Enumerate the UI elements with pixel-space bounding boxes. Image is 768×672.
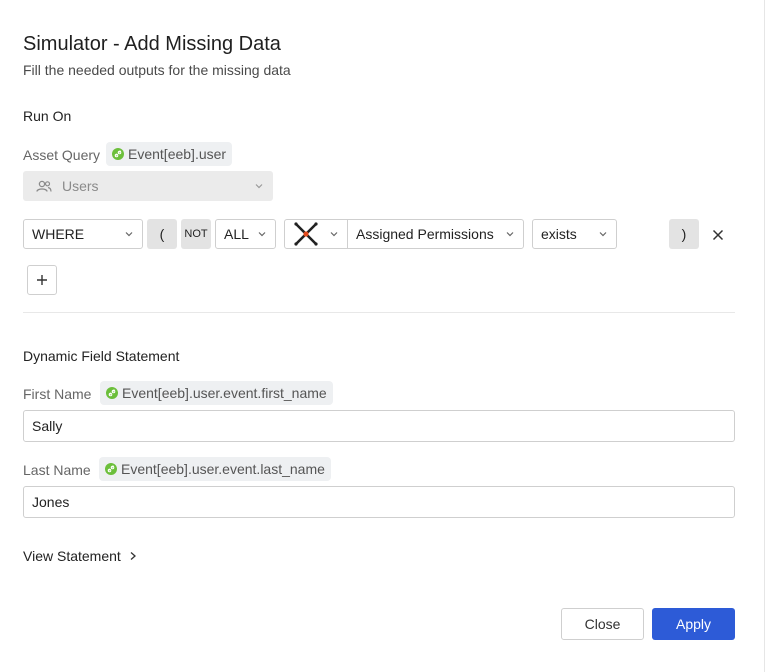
dynamic-field-heading: Dynamic Field Statement <box>23 348 180 364</box>
chevron-down-icon <box>254 181 264 191</box>
close-paren-toggle[interactable]: ) <box>669 219 699 249</box>
chevron-down-icon <box>257 229 267 239</box>
link-icon <box>106 387 118 399</box>
quantifier-value: ALL <box>224 226 249 242</box>
open-paren-toggle[interactable]: ( <box>147 219 177 249</box>
last-name-input[interactable]: Jones <box>23 486 735 518</box>
asset-query-label: Asset Query <box>23 147 101 163</box>
last-name-tag[interactable]: Event[eeb].user.event.last_name <box>99 457 331 481</box>
entity-type-select[interactable] <box>284 219 348 249</box>
first-name-label: First Name <box>23 386 92 402</box>
first-name-tag-label: Event[eeb].user.event.first_name <box>122 385 327 401</box>
view-statement-label: View Statement <box>23 548 121 564</box>
section-divider <box>23 312 735 313</box>
not-toggle[interactable]: NOT <box>181 219 211 249</box>
remove-condition-icon[interactable] <box>712 228 724 241</box>
first-name-input[interactable]: Sally <box>23 410 735 442</box>
chevron-down-icon <box>329 229 339 239</box>
asset-query-tag[interactable]: Event[eeb].user <box>106 142 233 166</box>
operator-select[interactable]: exists <box>532 219 617 249</box>
operator-value: exists <box>541 226 577 242</box>
first-name-tag[interactable]: Event[eeb].user.event.first_name <box>100 381 333 405</box>
where-value: WHERE <box>32 226 85 242</box>
link-icon <box>105 463 117 475</box>
plus-icon <box>37 275 47 285</box>
field-select[interactable]: Assigned Permissions <box>347 219 524 249</box>
chevron-right-icon <box>130 552 136 560</box>
link-icon <box>112 148 124 160</box>
where-select[interactable]: WHERE <box>23 219 143 249</box>
last-name-tag-label: Event[eeb].user.event.last_name <box>121 461 325 477</box>
chevron-down-icon <box>505 229 515 239</box>
dialog-title: Simulator - Add Missing Data <box>23 33 281 55</box>
users-icon <box>36 180 52 192</box>
apply-button[interactable]: Apply <box>652 608 735 640</box>
last-name-label: Last Name <box>23 462 91 478</box>
asset-query-tag-label: Event[eeb].user <box>128 146 227 162</box>
simulator-dialog: Simulator - Add Missing Data Fill the ne… <box>0 0 765 672</box>
dialog-subtitle: Fill the needed outputs for the missing … <box>23 62 291 78</box>
relationship-icon <box>293 222 319 246</box>
chevron-down-icon <box>598 229 608 239</box>
add-condition-button[interactable] <box>27 265 57 295</box>
view-statement-link[interactable]: View Statement <box>23 548 137 564</box>
quantifier-select[interactable]: ALL <box>215 219 276 249</box>
chevron-down-icon <box>124 229 134 239</box>
close-button[interactable]: Close <box>561 608 644 640</box>
field-value: Assigned Permissions <box>356 226 494 242</box>
asset-type-select[interactable]: Users <box>23 171 273 201</box>
asset-type-value: Users <box>62 178 99 194</box>
run-on-heading: Run On <box>23 108 72 124</box>
